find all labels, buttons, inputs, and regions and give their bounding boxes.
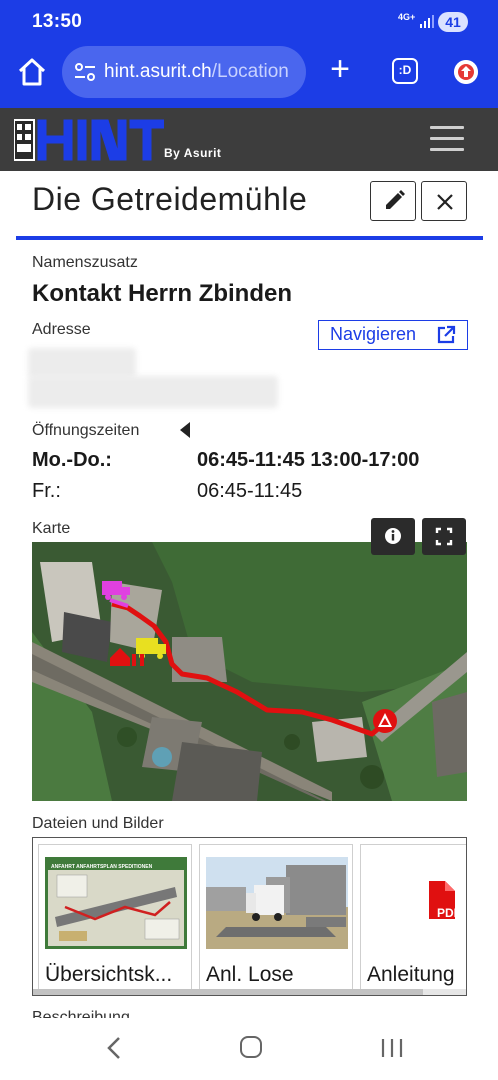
address-redacted-line-2 <box>28 376 278 408</box>
page-title: Die Getreidemühle <box>32 181 308 217</box>
logo-mark <box>13 119 165 161</box>
back-icon[interactable] <box>104 1036 124 1060</box>
map-label: Karte <box>32 520 71 537</box>
hours-day: Fr.: <box>32 480 61 502</box>
fullscreen-icon <box>435 527 453 546</box>
recent-apps-icon[interactable] <box>380 1037 404 1059</box>
file-thumbnail <box>206 857 348 949</box>
file-caption: Anl. Lose <box>206 963 294 986</box>
home-nav-icon[interactable] <box>240 1036 262 1058</box>
file-thumbnail: ANFAHRT ANFAHRTSPLAN SPEDITIONEN <box>45 857 187 949</box>
signal-icon <box>420 15 434 28</box>
svg-text:PDF: PDF <box>437 906 461 920</box>
info-icon <box>385 528 401 544</box>
files-carousel[interactable]: ANFAHRT ANFAHRTSPLAN SPEDITIONEN Übersic… <box>32 837 467 996</box>
close-icon <box>437 194 453 210</box>
hours-time: 06:45-11:45 13:00-17:00 <box>197 449 420 471</box>
file-caption: Übersichtsk... <box>45 963 173 986</box>
status-time: 13:50 <box>32 11 83 32</box>
file-caption: Anleitung <box>367 963 455 986</box>
network-indicator: 4G+ <box>398 12 416 22</box>
file-tile[interactable]: ANFAHRT ANFAHRTSPLAN SPEDITIONEN Übersic… <box>38 844 192 990</box>
app-header: By Asurit <box>0 108 498 171</box>
pencil-icon <box>386 190 405 209</box>
opening-hours-toggle-icon[interactable] <box>180 422 190 438</box>
hours-time: 06:45-11:45 <box>197 480 303 502</box>
hint-logo[interactable]: By Asurit <box>13 116 264 166</box>
address-redacted-line-1 <box>28 348 136 378</box>
update-icon[interactable] <box>454 60 478 84</box>
hours-day: Mo.-Do.: <box>32 449 112 471</box>
menu-icon[interactable] <box>430 126 464 152</box>
opening-hours-label: Öffnungszeiten <box>32 422 140 439</box>
carousel-scroll-thumb[interactable] <box>33 989 423 995</box>
title-divider <box>16 236 483 240</box>
url-text: hint.asurit.ch/Location <box>104 61 289 82</box>
file-tile[interactable]: Anl. Lose <box>199 844 353 990</box>
location-map[interactable] <box>32 542 467 801</box>
address-bar[interactable]: hint.asurit.ch/Location <box>62 46 306 98</box>
destination-marker-icon <box>373 709 397 733</box>
navigate-button[interactable]: Navigieren <box>318 320 468 350</box>
navigate-label: Navigieren <box>330 324 417 344</box>
satellite-map <box>32 542 467 801</box>
close-button[interactable] <box>421 181 467 221</box>
map-fullscreen-button[interactable] <box>422 518 466 555</box>
map-info-button[interactable] <box>371 518 415 555</box>
edit-button[interactable] <box>370 181 416 221</box>
svg-text:ANFAHRT ANFAHRTSPLAN SPEDITION: ANFAHRT ANFAHRTSPLAN SPEDITIONEN <box>51 864 153 870</box>
battery-indicator: 41 <box>438 12 468 32</box>
tabs-button[interactable]: :D <box>392 58 418 84</box>
files-label: Dateien und Bilder <box>32 815 164 832</box>
home-icon[interactable] <box>16 56 48 88</box>
external-link-icon <box>437 325 456 344</box>
address-label: Adresse <box>32 321 91 338</box>
new-tab-button[interactable]: + <box>326 52 354 86</box>
description-label: Beschreibung <box>32 1010 130 1018</box>
pdf-icon: PDF <box>429 881 461 920</box>
system-navigation-bar <box>0 1018 498 1080</box>
logo-byline: By Asurit <box>164 146 222 160</box>
status-bar: 13:50 4G+ 41 <box>0 0 498 44</box>
site-settings-icon[interactable] <box>74 62 96 82</box>
name-suffix-value: Kontakt Herrn Zbinden <box>32 280 293 307</box>
file-thumbnail: PDF <box>367 857 466 949</box>
name-suffix-label: Namenszusatz <box>32 254 138 271</box>
file-tile[interactable]: PDF Anleitung <box>360 844 466 990</box>
browser-toolbar: hint.asurit.ch/Location + :D <box>0 44 498 108</box>
